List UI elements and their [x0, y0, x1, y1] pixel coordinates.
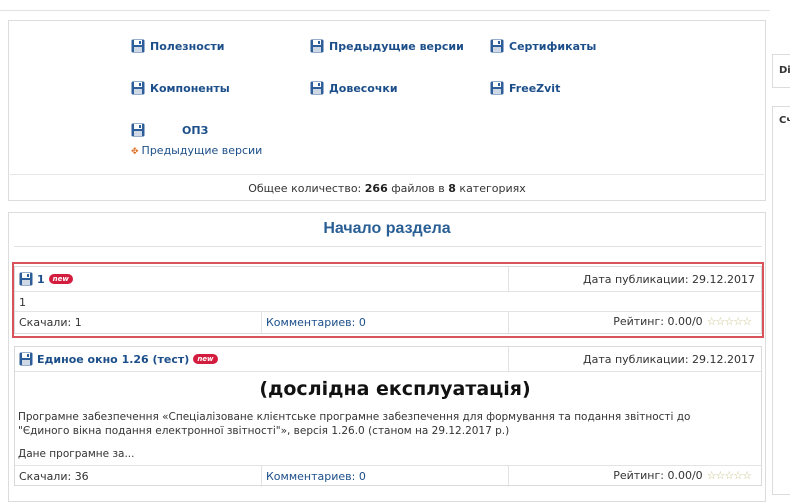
file-title: Единое окно 1.26 (тест): [37, 352, 190, 366]
downloads-count: Скачали: 36: [19, 470, 89, 483]
category-freezvit[interactable]: FreeZvit: [490, 81, 560, 95]
floppy-disk-icon: [19, 352, 33, 366]
floppy-disk-icon: [490, 39, 504, 53]
file-description: Програмне забезпечення «Спеціалізоване к…: [18, 411, 691, 437]
side-panel-di: Di: [772, 54, 790, 88]
floppy-disk-icon: [310, 81, 324, 95]
floppy-disk-icon: [490, 81, 504, 95]
comments-link[interactable]: Комментариев: 0: [266, 316, 366, 329]
category-label: Сертификаты: [509, 39, 597, 53]
totals-line: Общее количество: 266 файлов в 8 категор…: [10, 174, 764, 195]
category-addons[interactable]: Довесочки: [310, 81, 398, 95]
file-stats-row: Скачали: 1 Комментариев: 0 Рейтинг: 0.00…: [15, 312, 761, 333]
new-badge: new: [48, 274, 73, 284]
file-title-link[interactable]: Единое окно 1.26 (тест) new: [19, 352, 218, 366]
category-label: FreeZvit: [509, 81, 561, 95]
floppy-disk-icon: [131, 39, 145, 53]
file-stats-row: Скачали: 36 Комментариев: 0 Рейтинг: 0.0…: [15, 466, 761, 487]
file-description: 1: [19, 296, 26, 309]
floppy-disk-icon: [19, 272, 33, 286]
rating-stars[interactable]: ☆☆☆☆☆: [707, 315, 752, 328]
file-header-row: 1 new Дата публикации: 29.12.2017: [15, 267, 761, 292]
publish-date: Дата публикации: 29.12.2017: [583, 273, 755, 286]
rating-stars[interactable]: ☆☆☆☆☆: [707, 469, 752, 482]
floppy-disk-icon: [131, 81, 145, 95]
category-poleznosti[interactable]: Полезности: [131, 39, 224, 53]
category-components[interactable]: Компоненты: [131, 81, 230, 95]
side-panel-sch: Сч: [772, 106, 790, 495]
comments-link[interactable]: Комментариев: 0: [266, 470, 366, 483]
floppy-disk-icon: [310, 39, 324, 53]
bullet-icon: ✥: [131, 147, 139, 157]
divider: [14, 246, 762, 247]
category-label: Компоненты: [150, 81, 230, 95]
section-title: Начало раздела: [323, 220, 451, 237]
file-big-title: (дослідна експлуатація): [259, 378, 531, 400]
top-bar: · · · · · ·: [0, 0, 770, 11]
file-header-row: Единое окно 1.26 (тест) new Дата публика…: [15, 347, 761, 372]
file-description-row: 1: [15, 292, 761, 312]
category-label: ОПЗ: [182, 123, 209, 137]
subcategory-previous-versions[interactable]: ✥ Предыдущие версии: [131, 144, 262, 157]
category-label: Довесочки: [329, 81, 398, 95]
floppy-disk-icon: [131, 123, 145, 137]
file-entry: 1 new Дата публикации: 29.12.2017 1 Скач…: [14, 266, 762, 334]
file-title-link[interactable]: 1 new: [19, 272, 73, 286]
file-title: 1: [37, 272, 45, 286]
category-previous-versions[interactable]: Предыдущие версии: [310, 39, 464, 53]
downloads-count: Скачали: 1: [19, 316, 82, 329]
rating: Рейтинг: 0.00/0 ☆☆☆☆☆: [613, 315, 752, 328]
category-label: Полезности: [150, 39, 225, 53]
file-description-more: Дане програмне за...: [18, 448, 135, 460]
category-opz[interactable]: ОПЗ: [131, 123, 208, 137]
category-label: Предыдущие версии: [329, 39, 464, 53]
new-badge: new: [193, 354, 218, 364]
rating: Рейтинг: 0.00/0 ☆☆☆☆☆: [613, 469, 752, 482]
category-certificates[interactable]: Сертификаты: [490, 39, 596, 53]
publish-date: Дата публикации: 29.12.2017: [583, 353, 755, 366]
